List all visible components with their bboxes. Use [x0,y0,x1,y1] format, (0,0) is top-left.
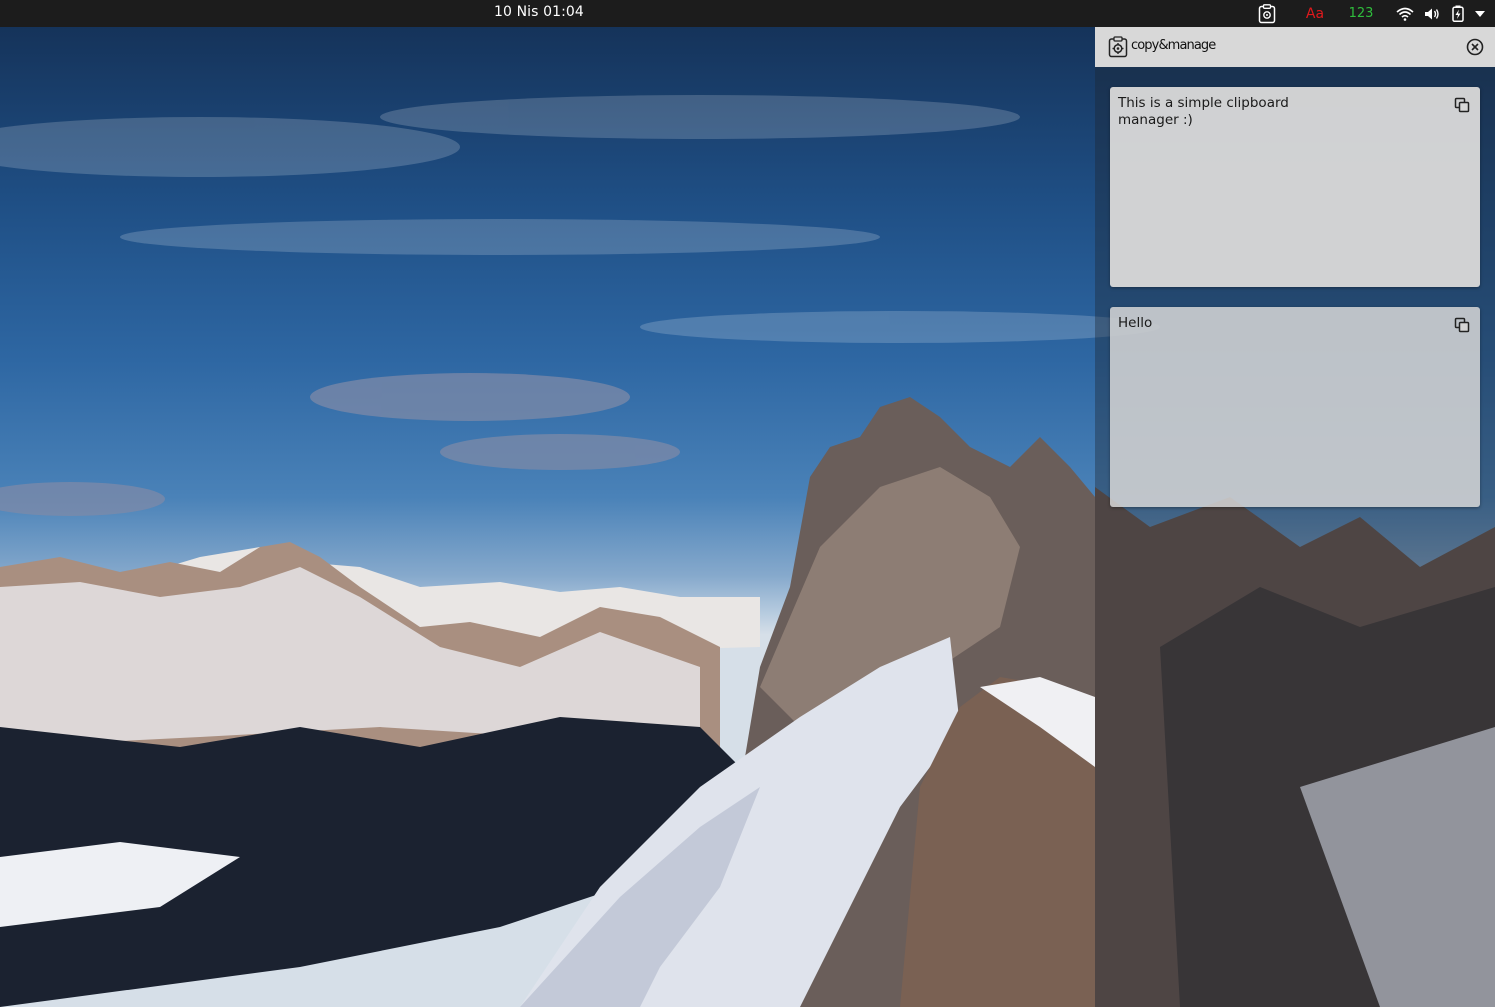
chevron-down-icon[interactable] [1474,0,1486,27]
wifi-icon[interactable] [1396,0,1414,27]
clipboard-gear-icon [1108,36,1128,58]
clipboard-item[interactable]: Hello [1110,307,1480,507]
copy-icon [1454,317,1470,333]
clipboard-item-text: This is a simple clipboard manager :) [1118,95,1289,128]
app-title: copy&manage [1131,38,1216,53]
copy-button[interactable] [1454,97,1470,113]
panel-header: copy&manage [1095,27,1495,67]
system-tray: Aa 123 [1256,0,1495,27]
clipboard-manager-icon[interactable] [1256,0,1278,27]
clipboard-panel: copy&manage This is a simple clipboard m… [1095,27,1495,1007]
text-indicator[interactable]: Aa [1302,0,1328,27]
number-indicator[interactable]: 123 [1348,0,1374,27]
copy-button[interactable] [1454,317,1470,333]
clock[interactable]: 10 Nis 01:04 [494,4,584,20]
copy-icon [1454,97,1470,113]
close-circle-icon [1466,38,1484,56]
top-bar: 10 Nis 01:04 Aa 123 [0,0,1495,27]
close-button[interactable] [1465,37,1485,57]
clipboard-item[interactable]: This is a simple clipboard manager :) [1110,87,1480,287]
volume-icon[interactable] [1424,0,1440,27]
clipboard-item-text: Hello [1118,315,1153,331]
battery-charging-icon[interactable] [1452,0,1464,27]
